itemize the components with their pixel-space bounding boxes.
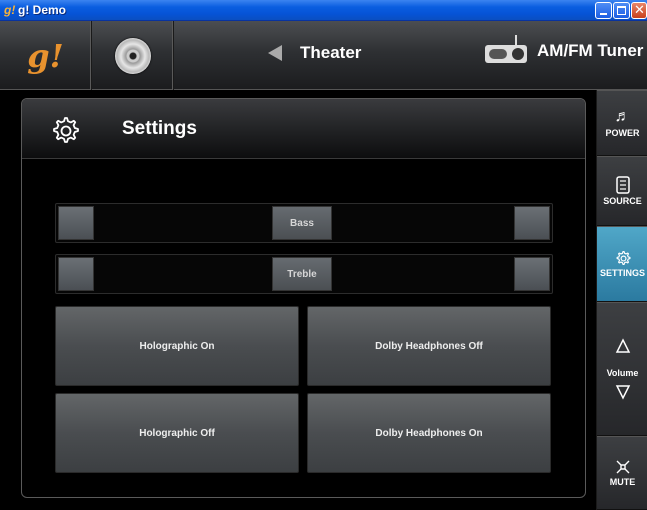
minimize-button[interactable] <box>595 2 612 19</box>
main-area: Settings Bass Treble Holographic On Dolb… <box>0 90 596 510</box>
window-titlebar[interactable]: g! g! Demo ✕ <box>0 0 647 21</box>
sidebar-item-label: SETTINGS <box>599 268 645 278</box>
music-note-icon: ♬ <box>614 108 631 125</box>
close-button[interactable]: ✕ <box>631 2 647 19</box>
page-title: Settings <box>122 118 197 139</box>
minimize-icon <box>600 13 607 15</box>
treble-increase-button[interactable] <box>514 257 550 291</box>
settings-header: Settings <box>22 99 585 159</box>
radio-icon <box>485 35 527 63</box>
logo: g! <box>27 36 64 75</box>
sidebar-item-source[interactable]: SOURCE <box>597 156 647 226</box>
left-arrow-icon[interactable] <box>268 45 282 61</box>
disc-icon <box>114 37 151 74</box>
bass-decrease-button[interactable] <box>58 206 94 240</box>
tuner-source[interactable]: AM/FM Tuner <box>485 35 644 63</box>
tuner-label: AM/FM Tuner <box>537 41 644 60</box>
treble-slider[interactable]: Treble <box>55 254 553 294</box>
theater-label: Theater <box>300 43 362 62</box>
top-toolbar: g! Theater AM/FM Tuner <box>0 21 647 90</box>
volume-control: Volume <box>597 302 647 436</box>
bass-slider[interactable]: Bass <box>55 203 553 243</box>
sidebar-item-mute[interactable]: MUTE <box>597 436 647 510</box>
theater-zone-selector[interactable]: Theater <box>268 43 361 63</box>
sidebar-item-label: SOURCE <box>603 196 642 206</box>
gear-icon <box>616 251 631 265</box>
sidebar-item-label: POWER <box>605 128 640 138</box>
bass-slider-thumb[interactable]: Bass <box>272 206 332 240</box>
window-title: g! Demo <box>18 3 66 17</box>
volume-down-icon[interactable] <box>615 384 631 400</box>
remote-icon <box>615 176 630 194</box>
treble-decrease-button[interactable] <box>58 257 94 291</box>
maximize-button[interactable] <box>613 2 630 19</box>
sidebar-item-label: MUTE <box>609 477 636 487</box>
dolby-headphones-off-button[interactable]: Dolby Headphones Off <box>307 306 551 386</box>
mute-icon <box>616 460 629 474</box>
sidebar: ♬ POWER SOURCE SETTINGS Volume MUTE <box>596 90 647 510</box>
volume-up-icon[interactable] <box>615 338 631 354</box>
close-icon: ✕ <box>634 2 645 17</box>
sidebar-item-settings[interactable]: SETTINGS <box>597 226 647 302</box>
logo-button[interactable]: g! <box>0 21 92 90</box>
holographic-on-button[interactable]: Holographic On <box>55 306 299 386</box>
settings-panel: Settings Bass Treble Holographic On Dolb… <box>21 98 586 498</box>
sidebar-item-power[interactable]: ♬ POWER <box>597 90 647 156</box>
disc-button[interactable] <box>92 21 174 90</box>
bass-increase-button[interactable] <box>514 206 550 240</box>
volume-label: Volume <box>606 368 639 378</box>
holographic-off-button[interactable]: Holographic Off <box>55 393 299 473</box>
gear-icon <box>53 117 79 143</box>
maximize-icon <box>617 6 626 15</box>
dolby-headphones-on-button[interactable]: Dolby Headphones On <box>307 393 551 473</box>
treble-slider-thumb[interactable]: Treble <box>272 257 332 291</box>
